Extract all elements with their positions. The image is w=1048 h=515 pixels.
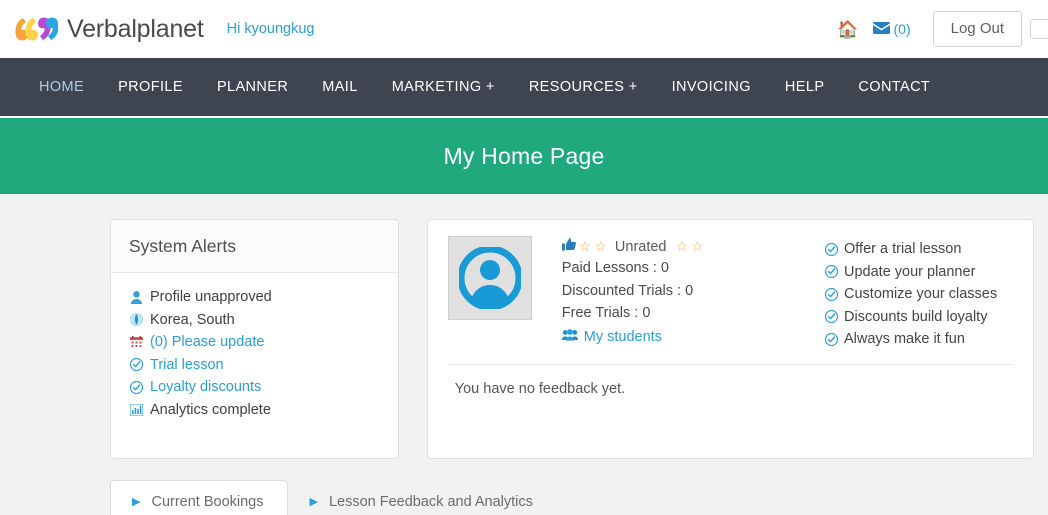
envelope-icon[interactable]: [872, 22, 890, 36]
tip-row-make-it-fun: Always make it fun: [825, 328, 1015, 351]
star-icon: ☆: [675, 238, 689, 254]
avatar[interactable]: [447, 236, 532, 320]
caret-right-icon: ▶: [309, 495, 318, 508]
user-avatar-placeholder-icon: [458, 247, 521, 309]
stat-discounted-trials: Discounted Trials : 0: [561, 282, 694, 299]
alert-row-analytics: Analytics complete: [129, 399, 380, 422]
tip-label: Discounts build loyalty: [844, 308, 988, 325]
rating-label: Unrated: [614, 238, 667, 255]
page-header-banner: My Home Page: [0, 118, 1048, 194]
check-circle-icon: [825, 332, 838, 346]
tab-bar: ▶ Current Bookings ▶ Lesson Feedback and…: [0, 480, 1048, 515]
alert-row-calendar[interactable]: (0) Please update: [129, 331, 380, 354]
tips-list: Offer a trial lesson Update your planner…: [825, 236, 1015, 351]
tab-lesson-feedback-analytics[interactable]: ▶ Lesson Feedback and Analytics: [288, 480, 557, 515]
brand-name: Verbalplanet: [67, 14, 204, 43]
tip-label: Always make it fun: [844, 331, 965, 347]
tip-row-update-planner: Update your planner: [825, 261, 1015, 284]
feedback-empty-message: You have no feedback yet.: [454, 380, 626, 397]
my-students-link[interactable]: My students: [561, 326, 825, 348]
my-students-label[interactable]: My students: [584, 326, 662, 348]
check-circle-icon: [825, 287, 838, 301]
profile-summary-panel: ☆ ☆ Unrated ☆ ☆ Paid Lessons : 0 Discoun…: [426, 219, 1034, 459]
quotation-marks-logo-icon: [14, 16, 58, 42]
nav-item-help[interactable]: HELP: [768, 79, 841, 95]
calendar-icon: [129, 335, 143, 349]
tip-row-discounts-loyalty: Discounts build loyalty: [825, 306, 1015, 329]
main-navigation: HOME PROFILE PLANNER MAIL MARKETING + RE…: [0, 58, 1048, 118]
system-alerts-title: System Alerts: [129, 236, 236, 256]
alert-row-trial-lesson[interactable]: Trial lesson: [129, 354, 380, 377]
home-icon[interactable]: 🏠: [837, 21, 858, 38]
nav-item-planner[interactable]: PLANNER: [200, 79, 305, 95]
tab-label: Current Bookings: [151, 494, 264, 510]
check-circle-icon: [825, 310, 838, 324]
tab-current-bookings[interactable]: ▶ Current Bookings: [110, 480, 288, 515]
alert-row-country: Korea, South: [129, 309, 380, 332]
caret-right-icon: ▶: [132, 495, 141, 508]
globe-icon: [129, 313, 143, 327]
nav-item-marketing[interactable]: MARKETING +: [375, 79, 512, 95]
star-icon: ☆: [691, 238, 704, 254]
logout-button[interactable]: Log Out: [932, 10, 1022, 48]
alert-row-profile: Profile unapproved: [129, 286, 380, 309]
check-circle-icon: [825, 265, 838, 279]
nav-item-profile[interactable]: PROFILE: [101, 79, 200, 95]
user-icon: [129, 290, 143, 304]
rating-row: ☆ ☆ Unrated ☆ ☆: [561, 236, 825, 257]
star-icon: ☆: [578, 238, 592, 254]
alert-label[interactable]: (0) Please update: [150, 331, 264, 354]
brand-logo[interactable]: Verbalplanet: [14, 15, 204, 44]
nav-item-resources[interactable]: RESOURCES +: [512, 79, 655, 95]
mail-count[interactable]: (0): [894, 21, 911, 37]
stat-paid-lessons: Paid Lessons : 0: [561, 260, 669, 276]
thumbs-up-icon: [561, 238, 576, 255]
top-bar: Verbalplanet Hi kyoungkug 🏠 (0) Log Out: [0, 0, 1048, 58]
group-users-icon: [561, 326, 578, 348]
secondary-edge-button[interactable]: [1030, 19, 1048, 39]
tip-label: Offer a trial lesson: [844, 241, 962, 257]
alert-label[interactable]: Loyalty discounts: [150, 376, 261, 399]
tab-label: Lesson Feedback and Analytics: [328, 494, 533, 510]
nav-item-contact[interactable]: CONTACT: [841, 79, 947, 95]
alert-label[interactable]: Trial lesson: [150, 354, 224, 377]
page-title: My Home Page: [443, 142, 605, 169]
system-alerts-list: Profile unapproved Korea, South (0) Plea…: [111, 273, 398, 421]
alert-label: Analytics complete: [150, 401, 271, 418]
check-circle-icon: [129, 380, 143, 394]
user-greeting: Hi kyoungkug: [226, 21, 315, 37]
system-alerts-header: System Alerts: [111, 220, 398, 273]
profile-summary-top: ☆ ☆ Unrated ☆ ☆ Paid Lessons : 0 Discoun…: [428, 220, 1033, 351]
check-circle-icon: [129, 358, 143, 372]
nav-item-invoicing[interactable]: INVOICING: [655, 79, 768, 95]
feedback-section: You have no feedback yet.: [447, 363, 1013, 397]
tip-row-customize-classes: Customize your classes: [825, 283, 1015, 306]
profile-stats: ☆ ☆ Unrated ☆ ☆ Paid Lessons : 0 Discoun…: [561, 236, 825, 351]
system-alerts-panel: System Alerts Profile unapproved Korea, …: [110, 219, 399, 459]
alert-label: Korea, South: [150, 311, 235, 328]
tip-label: Update your planner: [844, 263, 976, 280]
bar-chart-icon: [129, 403, 143, 416]
main-content: System Alerts Profile unapproved Korea, …: [0, 194, 1048, 459]
top-bar-actions: 🏠 (0) Log Out: [837, 0, 1048, 58]
check-circle-icon: [825, 242, 838, 256]
tip-row-trial-lesson: Offer a trial lesson: [825, 238, 1015, 261]
alert-row-loyalty-discounts[interactable]: Loyalty discounts: [129, 376, 380, 399]
alert-label: Profile unapproved: [150, 289, 272, 305]
tip-label: Customize your classes: [844, 286, 998, 302]
nav-item-mail[interactable]: MAIL: [305, 79, 374, 95]
stat-free-trials: Free Trials : 0: [561, 305, 651, 321]
star-icon: ☆: [594, 238, 607, 254]
nav-item-home[interactable]: HOME: [22, 79, 101, 95]
